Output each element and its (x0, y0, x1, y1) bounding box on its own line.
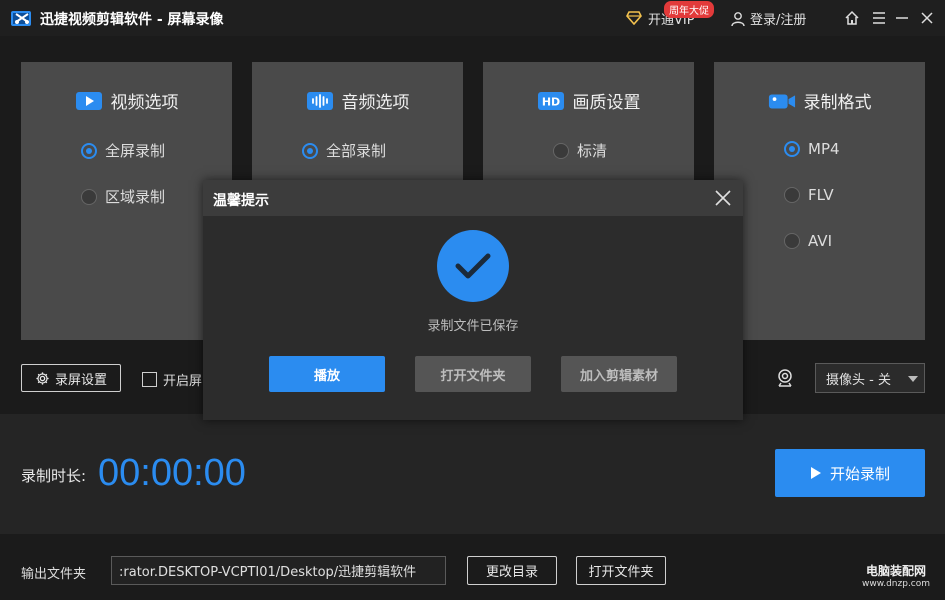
video-play-icon (75, 90, 103, 112)
radio-mp4[interactable]: MP4 (784, 140, 840, 158)
dialog-message: 录制文件已保存 (427, 319, 519, 334)
dialog-title: 温馨提示 (213, 193, 269, 209)
enable-option-checkbox[interactable]: 开启屏 (142, 370, 202, 389)
app-logo-icon (11, 11, 31, 26)
radio-avi[interactable]: AVI (784, 232, 832, 250)
watermark-title: 电脑装配网 (865, 564, 926, 578)
app-title: 迅捷视频剪辑软件 - 屏幕录像 (40, 12, 224, 28)
open-folder-label: 打开文件夹 (588, 565, 654, 580)
minimize-button[interactable] (892, 8, 912, 28)
checkbox-label: 开启屏 (163, 374, 203, 389)
recording-section: 录制时长: 00:00:00 开始录制 (0, 414, 945, 534)
duration-value: 00:00:00 (98, 452, 246, 494)
diamond-icon (626, 11, 642, 25)
dialog-header: 温馨提示 (203, 180, 743, 216)
output-folder-label: 输出文件夹 (21, 567, 87, 582)
camera-select-value: 摄像头 - 关 (826, 372, 891, 388)
home-button[interactable] (842, 8, 862, 28)
play-label: 播放 (313, 368, 340, 384)
radio-label: 全部录制 (326, 142, 387, 160)
panel-title: 视频选项 (110, 93, 179, 113)
add-material-label: 加入剪辑素材 (579, 368, 658, 384)
play-button[interactable]: 播放 (269, 356, 385, 392)
play-icon (810, 467, 821, 479)
panel-title: 音频选项 (341, 93, 410, 113)
title-bar: 迅捷视频剪辑软件 - 屏幕录像 开通VIP 周年大促 登录/注册 (0, 0, 945, 36)
login-label: 登录/注册 (750, 13, 807, 28)
output-path-value: :rator.DESKTOP-VCPTI01/Desktop/迅捷剪辑软件 (119, 565, 417, 580)
close-icon[interactable] (713, 188, 733, 208)
radio-indicator (553, 142, 569, 159)
radio-flv[interactable]: FLV (784, 186, 834, 204)
settings-label: 录屏设置 (54, 372, 107, 388)
dialog-open-folder-button[interactable]: 打开文件夹 (415, 356, 531, 392)
record-format-panel: 录制格式 MP4 FLV AVI (714, 62, 925, 340)
home-icon (845, 10, 859, 25)
gear-icon (36, 371, 49, 385)
minimize-icon (896, 17, 908, 19)
close-window-button[interactable] (917, 8, 937, 28)
dialog-open-folder-label: 打开文件夹 (440, 368, 506, 384)
user-icon (731, 11, 745, 26)
open-folder-button[interactable]: 打开文件夹 (576, 556, 666, 585)
radio-indicator (302, 142, 318, 159)
add-material-button[interactable]: 加入剪辑素材 (561, 356, 677, 392)
duration-label: 录制时长: (21, 467, 87, 485)
radio-indicator (784, 141, 800, 157)
radio-standard-quality[interactable]: 标清 (553, 140, 607, 161)
panel-title: 画质设置 (572, 93, 641, 113)
radio-indicator (81, 188, 97, 205)
radio-record-all[interactable]: 全部录制 (302, 140, 386, 161)
save-notice-dialog: 温馨提示 录制文件已保存 播放 打开文件夹 加入剪辑素材 (203, 180, 743, 420)
video-options-panel: 视频选项 全屏录制 区域录制 (21, 62, 232, 340)
change-directory-label: 更改目录 (485, 565, 538, 580)
promo-badge: 周年大促 (664, 1, 714, 18)
start-recording-label: 开始录制 (829, 464, 890, 483)
radio-indicator (81, 142, 97, 159)
webcam-icon (778, 369, 792, 387)
checkbox-box (142, 372, 157, 387)
menu-icon (873, 12, 885, 24)
hd-icon: HD (537, 90, 565, 112)
radio-indicator (784, 233, 800, 249)
output-path-field[interactable]: :rator.DESKTOP-VCPTI01/Desktop/迅捷剪辑软件 (111, 556, 446, 585)
audio-wave-icon (306, 90, 334, 112)
watermark: 电脑装配网 www.dnzp.com (852, 562, 940, 589)
start-recording-button[interactable]: 开始录制 (775, 449, 925, 497)
chevron-down-icon (908, 376, 918, 382)
change-directory-button[interactable]: 更改目录 (467, 556, 557, 585)
camera-select[interactable]: 摄像头 - 关 (815, 363, 925, 393)
menu-button[interactable] (869, 8, 889, 28)
watermark-url: www.dnzp.com (861, 579, 931, 589)
radio-label: 全屏录制 (105, 142, 166, 160)
hd-icon-text: HD (541, 95, 559, 108)
radio-label: 标清 (577, 142, 608, 160)
radio-label: MP4 (808, 140, 840, 158)
panel-title: 录制格式 (803, 93, 872, 113)
camera-format-icon (768, 90, 796, 112)
radio-label: FLV (808, 186, 834, 204)
record-settings-button[interactable]: 录屏设置 (21, 364, 121, 392)
success-check-icon (437, 230, 509, 302)
radio-label: AVI (808, 232, 832, 250)
radio-fullscreen[interactable]: 全屏录制 (81, 140, 165, 161)
radio-region[interactable]: 区域录制 (81, 186, 165, 207)
close-icon (921, 12, 933, 24)
radio-indicator (784, 187, 800, 203)
radio-label: 区域录制 (105, 188, 166, 206)
login-button[interactable]: 登录/注册 (730, 9, 806, 28)
